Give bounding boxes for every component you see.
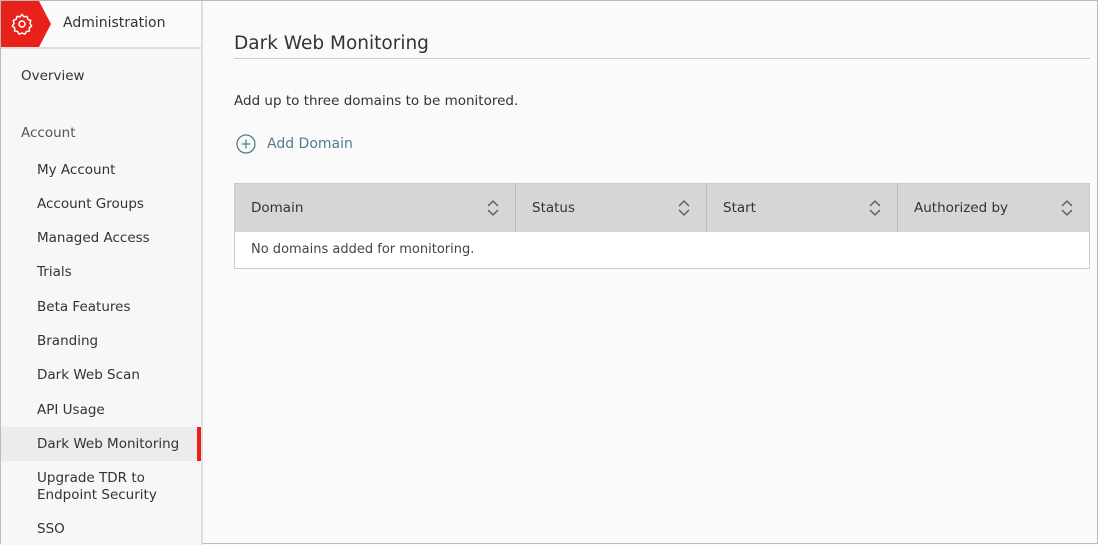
sort-icon — [487, 200, 499, 216]
sidebar-item-dark-web-scan[interactable]: Dark Web Scan — [1, 367, 201, 383]
page-title: Dark Web Monitoring — [234, 33, 429, 54]
sidebar-section-account: Account — [21, 125, 76, 141]
sidebar-item-upgrade-tdr[interactable]: Upgrade TDR to Endpoint Security — [1, 470, 161, 504]
column-label: Authorized by — [914, 199, 1009, 216]
sidebar-item-my-account[interactable]: My Account — [1, 162, 201, 178]
sidebar-item-dark-web-monitoring[interactable]: Dark Web Monitoring — [1, 427, 201, 461]
sidebar-item-trials[interactable]: Trials — [1, 264, 201, 280]
column-header-domain[interactable]: Domain — [234, 183, 516, 232]
column-header-status[interactable]: Status — [515, 183, 707, 232]
domains-table: Domain Status Start Authorized by No dom… — [234, 183, 1090, 269]
column-label: Status — [532, 199, 576, 216]
sidebar-item-beta-features[interactable]: Beta Features — [1, 299, 201, 315]
admin-badge — [1, 1, 51, 47]
sidebar-item-overview[interactable]: Overview — [1, 68, 201, 84]
sort-icon — [678, 200, 690, 216]
gear-icon — [11, 13, 33, 36]
description: Add up to three domains to be monitored. — [234, 93, 519, 109]
plus-circle-icon — [236, 134, 256, 154]
sidebar-title: Administration — [63, 15, 166, 31]
sort-icon — [1061, 200, 1073, 216]
sort-icon — [869, 200, 881, 216]
sidebar-item-account-groups[interactable]: Account Groups — [1, 196, 201, 212]
sidebar-item-api-usage[interactable]: API Usage — [1, 402, 201, 418]
table-row: No domains added for monitoring. — [235, 232, 1090, 269]
column-label: Start — [723, 199, 756, 216]
column-header-authorized-by[interactable]: Authorized by — [897, 183, 1090, 232]
sidebar-item-branding[interactable]: Branding — [1, 333, 201, 349]
add-domain-button[interactable]: Add Domain — [236, 134, 353, 154]
sidebar-header: Administration — [1, 1, 201, 49]
column-header-start[interactable]: Start — [706, 183, 898, 232]
title-divider — [234, 58, 1090, 59]
sidebar: Administration Overview Account My Accou… — [1, 1, 203, 545]
sidebar-item-sso[interactable]: SSO — [1, 521, 201, 537]
add-domain-label: Add Domain — [267, 136, 353, 152]
column-label: Domain — [251, 199, 304, 216]
empty-message: No domains added for monitoring. — [251, 242, 475, 258]
sidebar-item-managed-access[interactable]: Managed Access — [1, 230, 201, 246]
